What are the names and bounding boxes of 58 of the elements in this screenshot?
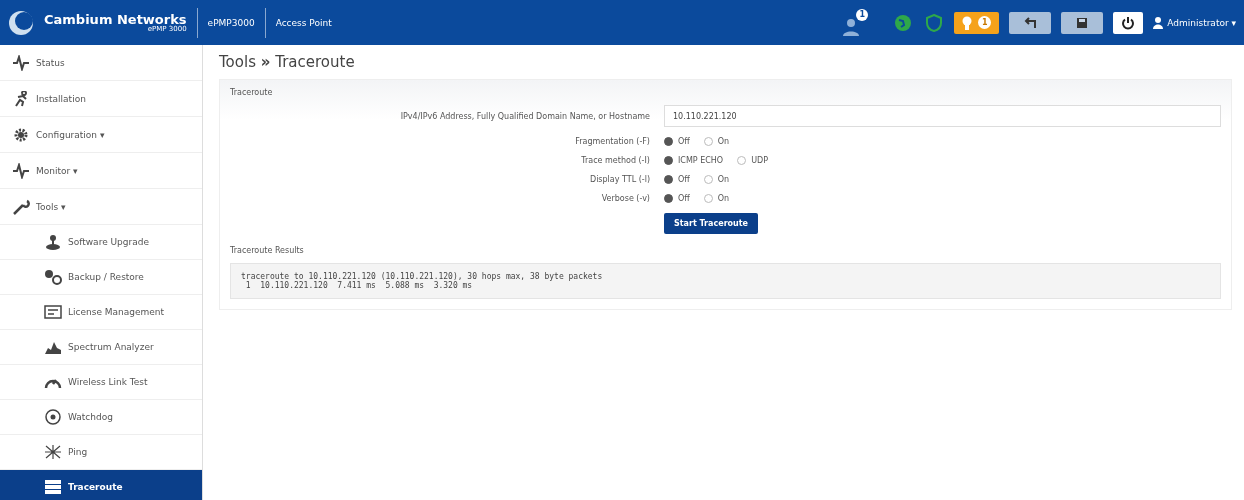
- gear-icon: [12, 126, 30, 143]
- notification-button[interactable]: 1: [842, 9, 869, 36]
- field-label: Verbose (-v): [600, 194, 650, 203]
- radio-option[interactable]: Off: [664, 175, 690, 184]
- sidebar-item[interactable]: Software Upgrade: [0, 225, 202, 260]
- wrench-icon: [12, 198, 30, 215]
- sidebar-item[interactable]: Status: [0, 45, 202, 81]
- results-title: Traceroute Results: [230, 246, 305, 255]
- sidebar-item[interactable]: Monitor ▾: [0, 153, 202, 189]
- field-label: Trace method (-I): [580, 156, 650, 165]
- sidebar-item[interactable]: Tools ▾: [0, 189, 202, 225]
- sidebar-item[interactable]: Traceroute: [0, 470, 202, 500]
- sidebar-item[interactable]: Watchdog: [0, 400, 202, 435]
- pulse-icon: [12, 54, 30, 71]
- power-icon: [1121, 15, 1136, 30]
- radio-option[interactable]: ICMP ECHO: [664, 156, 724, 165]
- user-menu[interactable]: Administrator ▾: [1153, 16, 1236, 29]
- user-icon: [1153, 16, 1164, 29]
- notification-count: 1: [856, 9, 869, 21]
- save-button[interactable]: [1061, 11, 1104, 34]
- sidebar-item[interactable]: Installation: [0, 81, 202, 117]
- start-traceroute-button[interactable]: Start Traceroute: [664, 213, 758, 234]
- list-icon: [44, 479, 62, 495]
- results-output: traceroute to 10.110.221.120 (10.110.221.120), 30 hops max, 38 byte packets 1 10.110.221.120 7.411 ms 5.088 ms 3.320 ms: [230, 263, 1221, 299]
- radio-option[interactable]: On: [703, 175, 730, 184]
- shield-icon[interactable]: [926, 13, 943, 32]
- undo-button[interactable]: [1009, 11, 1052, 34]
- radio-option[interactable]: On: [703, 194, 730, 203]
- globe-icon[interactable]: [894, 13, 913, 32]
- card-icon: [44, 304, 62, 320]
- field-label: Fragmentation (-F): [574, 137, 650, 146]
- breadcrumb: Tools » Traceroute: [219, 53, 356, 71]
- runner-icon: [12, 90, 30, 107]
- user-icon: [842, 16, 861, 36]
- logo-icon: [8, 9, 34, 36]
- undo-icon: [1023, 16, 1038, 29]
- pulse-icon: [12, 162, 30, 179]
- radio-option[interactable]: Off: [664, 137, 690, 146]
- power-button[interactable]: [1113, 11, 1144, 34]
- lightbulb-icon: [962, 15, 973, 30]
- sidebar-item[interactable]: License Management: [0, 295, 202, 330]
- save-icon: [1076, 16, 1089, 29]
- radio-option[interactable]: On: [703, 137, 730, 146]
- radio-option[interactable]: UDP: [737, 156, 768, 165]
- sidebar-item[interactable]: Configuration ▾: [0, 117, 202, 153]
- radio-option[interactable]: Off: [664, 194, 690, 203]
- device-name: ePMP3000: [207, 17, 255, 28]
- field-label: IPv4/IPv6 Address, Fully Qualified Domain Name, or Hostname: [399, 111, 650, 121]
- joystick-icon: [44, 234, 62, 250]
- sidebar-item[interactable]: Backup / Restore: [0, 260, 202, 295]
- device-mode: Access Point: [275, 17, 332, 28]
- sidebar-item[interactable]: Wireless Link Test: [0, 365, 202, 400]
- panel-title: Traceroute: [230, 88, 274, 97]
- sidebar-item[interactable]: Spectrum Analyzer: [0, 330, 202, 365]
- field-label: Display TTL (-l): [589, 175, 650, 184]
- alert-count: 1: [978, 16, 992, 29]
- brand-name: Cambium Networks: [44, 12, 187, 26]
- address-field[interactable]: 10.110.221.120: [664, 105, 1221, 127]
